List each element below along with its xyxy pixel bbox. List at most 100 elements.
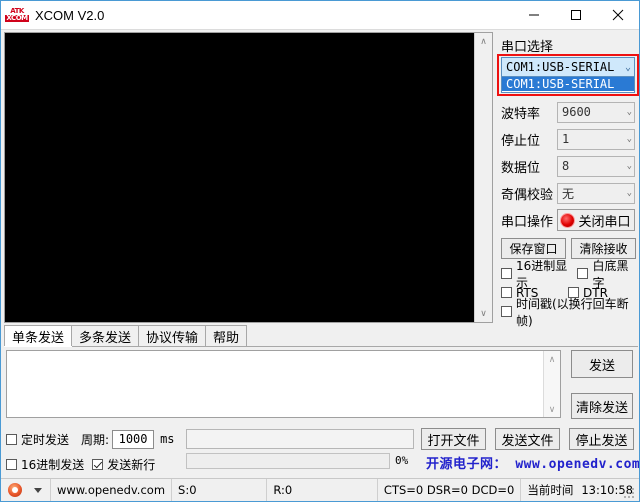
parity-select[interactable]: 无 ⌄: [557, 182, 635, 204]
baud-row: 波特率 9600 ⌄: [501, 100, 639, 124]
hex-send-checkbox[interactable]: 16进制发送: [6, 456, 84, 473]
timed-send-checkbox[interactable]: 定时发送: [6, 431, 69, 448]
receive-scrollbar[interactable]: ∧ ∨: [474, 33, 492, 322]
resize-grip-icon[interactable]: [624, 486, 636, 498]
app-logo-line2: XCOM: [5, 14, 29, 22]
stopbits-value: 1: [562, 132, 570, 146]
status-sent-count: S:0: [172, 479, 268, 501]
receive-scroll-down-icon[interactable]: ∨: [475, 305, 492, 322]
send-button[interactable]: 发送: [571, 350, 633, 378]
tab-multi-send[interactable]: 多条发送: [71, 325, 140, 346]
status-received-count: R:0: [267, 479, 378, 501]
status-bar: www.openedv.com S:0 R:0 CTS=0 DSR=0 DCD=…: [1, 478, 639, 501]
record-dot-icon[interactable]: [8, 483, 22, 497]
port-dropdown-list[interactable]: COM1:USB-SERIAL: [501, 77, 635, 93]
title-bar: ATK XCOM XCOM V2.0: [1, 1, 639, 30]
status-site[interactable]: www.openedv.com: [51, 479, 173, 501]
send-area[interactable]: ∧ ∨: [6, 350, 561, 418]
send-file-button[interactable]: 发送文件: [495, 428, 560, 450]
port-option-0[interactable]: COM1:USB-SERIAL: [502, 77, 634, 91]
receive-area[interactable]: ∧ ∨: [4, 32, 493, 323]
minimize-icon: [529, 14, 539, 16]
minimize-button[interactable]: [513, 1, 555, 29]
maximize-icon: [571, 10, 581, 20]
send-scroll-up-icon[interactable]: ∧: [544, 351, 560, 367]
port-status-led-icon: [561, 213, 575, 227]
serial-settings-panel: 串口选择 COM1:USB-SERIAL ⌄ COM1:USB-SERIAL 波…: [497, 32, 639, 328]
period-unit-label: ms: [160, 432, 175, 446]
baud-select[interactable]: 9600 ⌄: [557, 101, 635, 123]
receive-scroll-up-icon[interactable]: ∧: [475, 33, 492, 50]
serial-group-title: 串口选择: [501, 40, 554, 55]
parity-label: 奇偶校验: [501, 187, 554, 203]
checkbox-box[interactable]: [501, 268, 512, 279]
timestamp-checkbox[interactable]: 时间戳(以换行回车断帧): [501, 295, 639, 329]
period-label: 周期:: [81, 432, 110, 447]
app-logo-icon: ATK XCOM: [5, 5, 29, 25]
send-progress-percent: 0%: [395, 454, 409, 467]
close-icon: [612, 9, 624, 21]
checkbox-box[interactable]: [568, 287, 579, 298]
send-scroll-down-icon[interactable]: ∨: [544, 401, 560, 417]
display-options-row: 16进制显示 白底黑字: [501, 259, 639, 290]
clear-send-button[interactable]: 清除发送: [571, 393, 633, 419]
checkbox-box[interactable]: [6, 433, 17, 445]
tab-single-send[interactable]: 单条发送: [4, 325, 73, 346]
port-select[interactable]: COM1:USB-SERIAL ⌄: [501, 57, 635, 77]
send-newline-checkbox[interactable]: 发送新行: [92, 456, 155, 473]
close-port-button[interactable]: 关闭串口: [557, 209, 635, 231]
chevron-down-icon: ⌄: [626, 161, 632, 171]
chevron-down-icon[interactable]: [34, 487, 42, 493]
databits-select[interactable]: 8 ⌄: [557, 155, 635, 177]
open-file-button[interactable]: 打开文件: [421, 428, 486, 450]
timed-send-label: 定时发送: [21, 432, 70, 447]
timestamp-row: 时间戳(以换行回车断帧): [501, 297, 639, 328]
status-modem-signals: CTS=0 DSR=0 DCD=0: [378, 479, 522, 501]
window-title: XCOM V2.0: [35, 7, 105, 23]
tab-help[interactable]: 帮助: [205, 325, 248, 346]
chevron-down-icon: ⌄: [626, 134, 632, 144]
close-port-label: 关闭串口: [578, 214, 631, 230]
port-select-value: COM1:USB-SERIAL: [506, 60, 615, 74]
stopbits-row: 停止位 1 ⌄: [501, 127, 639, 151]
xcom-window: ATK XCOM XCOM V2.0 ∧ ∨ 串口选择 COM1:USB-SER…: [0, 0, 640, 502]
checkbox-box[interactable]: [92, 458, 104, 470]
status-app-icon-cell[interactable]: [1, 479, 26, 501]
databits-value: 8: [562, 159, 570, 173]
file-path-field[interactable]: [186, 429, 414, 449]
parity-value: 无: [562, 186, 575, 201]
timestamp-label: 时间戳(以换行回车断帧): [516, 296, 629, 328]
period-input[interactable]: 1000: [112, 429, 155, 449]
timed-send-line: 定时发送 周期: 1000 ms: [6, 428, 175, 450]
checkbox-box[interactable]: [501, 306, 512, 317]
receive-scroll-track[interactable]: [475, 50, 492, 305]
receive-text[interactable]: [5, 33, 474, 322]
parity-row: 奇偶校验 无 ⌄: [501, 181, 639, 205]
hex-send-line: 16进制发送 发送新行: [6, 453, 175, 475]
status-dropdown-button[interactable]: [26, 479, 51, 501]
baud-label: 波特率: [501, 106, 541, 122]
send-scrollbar[interactable]: ∧ ∨: [543, 351, 560, 417]
chevron-down-icon: ⌄: [626, 107, 632, 117]
stop-send-button[interactable]: 停止发送: [569, 428, 634, 450]
maximize-button[interactable]: [555, 1, 597, 29]
send-input[interactable]: [7, 351, 543, 417]
hex-send-label: 16进制发送: [21, 457, 85, 472]
checkbox-box[interactable]: [501, 287, 512, 298]
send-progress-bar: [186, 453, 390, 469]
databits-label: 数据位: [501, 160, 541, 176]
stopbits-label: 停止位: [501, 133, 541, 149]
checkbox-box[interactable]: [6, 458, 17, 470]
close-button[interactable]: [597, 1, 639, 29]
send-mode-tabs: 单条发送 多条发送 协议传输 帮助: [4, 325, 638, 347]
send-newline-label: 发送新行: [107, 457, 156, 472]
stopbits-select[interactable]: 1 ⌄: [557, 128, 635, 150]
chevron-down-icon: ⌄: [626, 188, 632, 198]
status-time-label: 当前时间: [527, 483, 574, 497]
tab-protocol-transfer[interactable]: 协议传输: [138, 325, 207, 346]
baud-value: 9600: [562, 105, 591, 119]
promo-text: 开源电子网： www.openedv.com: [426, 457, 640, 472]
databits-row: 数据位 8 ⌄: [501, 154, 639, 178]
operation-row: 串口操作 关闭串口: [501, 208, 639, 232]
checkbox-box[interactable]: [577, 268, 589, 279]
